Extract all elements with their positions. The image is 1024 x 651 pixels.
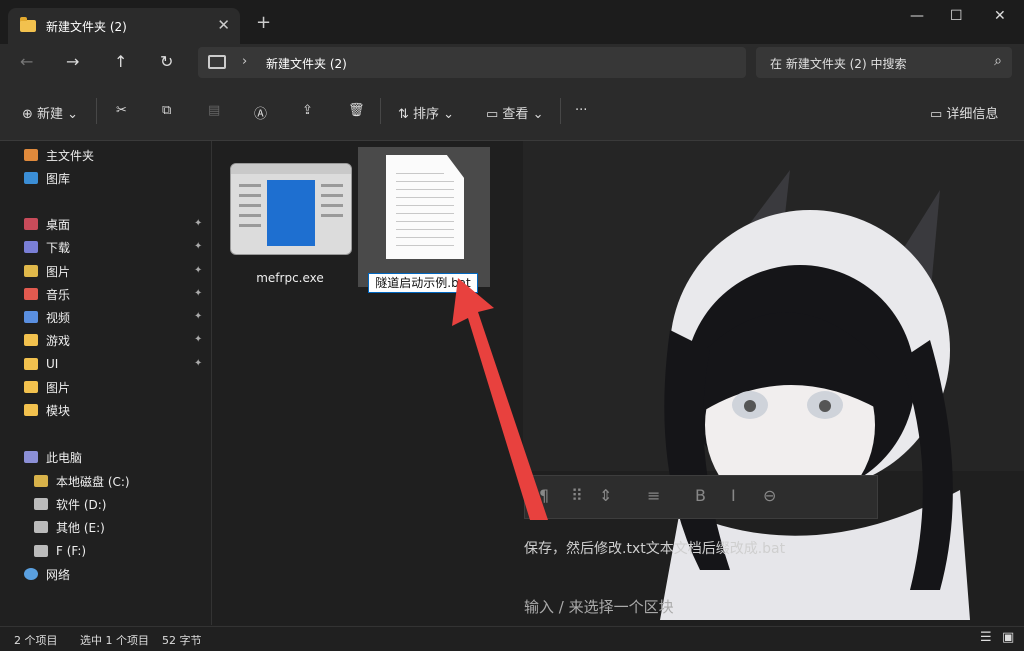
status-bar: 2 个项目 选中 1 个项目 52 字节 ☰ ▣ <box>0 626 1024 651</box>
selection-size: 52 字节 <box>162 634 202 647</box>
annotation-arrow <box>452 278 548 520</box>
file-explorer-window: 新建文件夹 (2) ✕ + — ☐ ✕ ← → ↑ ↻ › 新建文件夹 (2) … <box>0 0 1024 651</box>
selection-count: 选中 1 个项目 <box>80 634 149 647</box>
item-count: 2 个项目 <box>14 634 58 647</box>
tiles-view-icon[interactable]: ▣ <box>1002 630 1014 645</box>
details-view-icon[interactable]: ☰ <box>980 630 992 645</box>
